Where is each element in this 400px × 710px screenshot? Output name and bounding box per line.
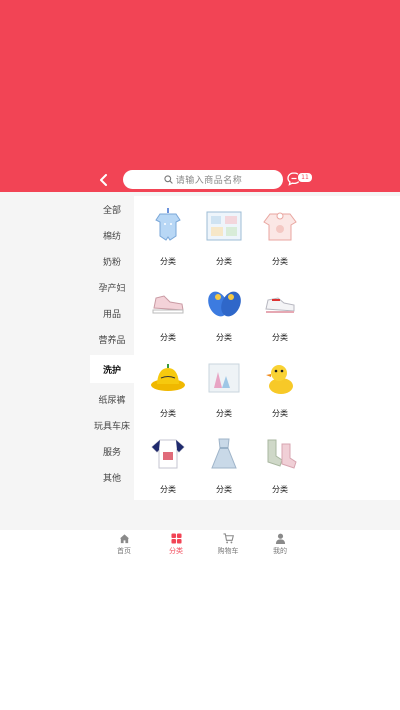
cart-icon (222, 533, 234, 544)
category-tile[interactable]: 分类 (140, 428, 196, 504)
category-grid: 分类 分类 分类 分类 分类 分类 分类 分类 分类 分类 分类 分类 (140, 200, 310, 504)
category-tile[interactable]: 分类 (252, 428, 308, 504)
sidebar-item-diapers[interactable]: 纸尿裤 (90, 386, 134, 412)
sidebar-item-maternity[interactable]: 孕产妇 (90, 274, 134, 300)
back-button[interactable] (96, 171, 112, 189)
sidebar-item-milk-powder[interactable]: 奶粉 (90, 248, 134, 274)
sidebar-item-supplies[interactable]: 用品 (90, 300, 134, 326)
category-tile[interactable]: 分类 (140, 200, 196, 276)
category-label: 分类 (160, 409, 176, 418)
category-label: 分类 (216, 257, 232, 266)
category-icon (170, 533, 182, 544)
duck-toy-icon (258, 356, 302, 400)
message-badge: 11 (297, 172, 313, 183)
category-label: 分类 (272, 333, 288, 342)
sidebar-item-washcare[interactable]: 洗护 (90, 355, 134, 383)
tshirt-icon (146, 432, 190, 476)
category-tile[interactable]: 分类 (196, 428, 252, 504)
nav-cart-label: 购物车 (217, 547, 239, 555)
category-grid-panel: 分类 分类 分类 分类 分类 分类 分类 分类 分类 分类 分类 分类 (134, 196, 400, 500)
nav-category[interactable]: 分类 (156, 533, 196, 556)
sidebar-item-service[interactable]: 服务 (90, 438, 134, 464)
baby-bib-icon (258, 204, 302, 248)
category-label: 分类 (160, 333, 176, 342)
socks-icon (258, 432, 302, 476)
dress-icon (202, 432, 246, 476)
category-tile[interactable]: 分类 (196, 200, 252, 276)
screen: 请输入商品名称 11 全部 棉纺 奶粉 孕产妇 用品 营养品 洗护 纸尿裤 玩具… (0, 0, 400, 710)
category-tile[interactable]: 分类 (140, 276, 196, 352)
category-tile[interactable]: 分类 (140, 352, 196, 428)
baby-shoe-icon (258, 280, 302, 324)
category-tile[interactable]: 分类 (252, 200, 308, 276)
category-tile[interactable]: 分类 (196, 352, 252, 428)
chevron-left-icon (100, 174, 107, 186)
category-label: 分类 (216, 485, 232, 494)
category-label: 分类 (272, 409, 288, 418)
sneaker-icon (146, 280, 190, 324)
empty-footer-area (0, 560, 400, 710)
home-icon (119, 534, 129, 544)
category-label: 分类 (216, 333, 232, 342)
nav-home[interactable]: 首页 (104, 533, 144, 556)
sidebar-item-all[interactable]: 全部 (90, 196, 134, 222)
category-label: 分类 (160, 257, 176, 266)
category-label: 分类 (216, 409, 232, 418)
user-icon (275, 533, 285, 544)
nav-home-label: 首页 (117, 547, 131, 555)
category-tile[interactable]: 分类 (252, 276, 308, 352)
sidebar-item-toys[interactable]: 玩具车床 (90, 412, 134, 438)
sidebar-item-cotton[interactable]: 棉纺 (90, 222, 134, 248)
category-label: 分类 (272, 485, 288, 494)
category-sidebar: 全部 棉纺 奶粉 孕产妇 用品 营养品 洗护 纸尿裤 玩具车床 服务 其他 (90, 196, 134, 490)
sandal-icon (202, 280, 246, 324)
gift-box-icon (202, 204, 246, 248)
category-tile[interactable]: 分类 (196, 276, 252, 352)
category-tile[interactable]: 分类 (252, 352, 308, 428)
sidebar-item-other[interactable]: 其他 (90, 464, 134, 490)
nav-profile-label: 我的 (273, 547, 287, 555)
search-icon (164, 175, 173, 184)
sun-hat-icon (146, 356, 190, 400)
nav-profile[interactable]: 我的 (260, 533, 300, 556)
nav-cart[interactable]: 购物车 (208, 533, 248, 556)
sidebar-item-nutrition[interactable]: 营养品 (90, 326, 134, 352)
search-placeholder: 请输入商品名称 (175, 176, 243, 186)
header (0, 0, 400, 192)
search-input[interactable]: 请输入商品名称 (123, 170, 283, 189)
nav-category-label: 分类 (169, 547, 183, 555)
towel-icon (202, 356, 246, 400)
baby-romper-icon (146, 204, 190, 248)
category-label: 分类 (272, 257, 288, 266)
category-label: 分类 (160, 485, 176, 494)
bottom-nav: 首页 分类 购物车 我的 (0, 530, 400, 560)
